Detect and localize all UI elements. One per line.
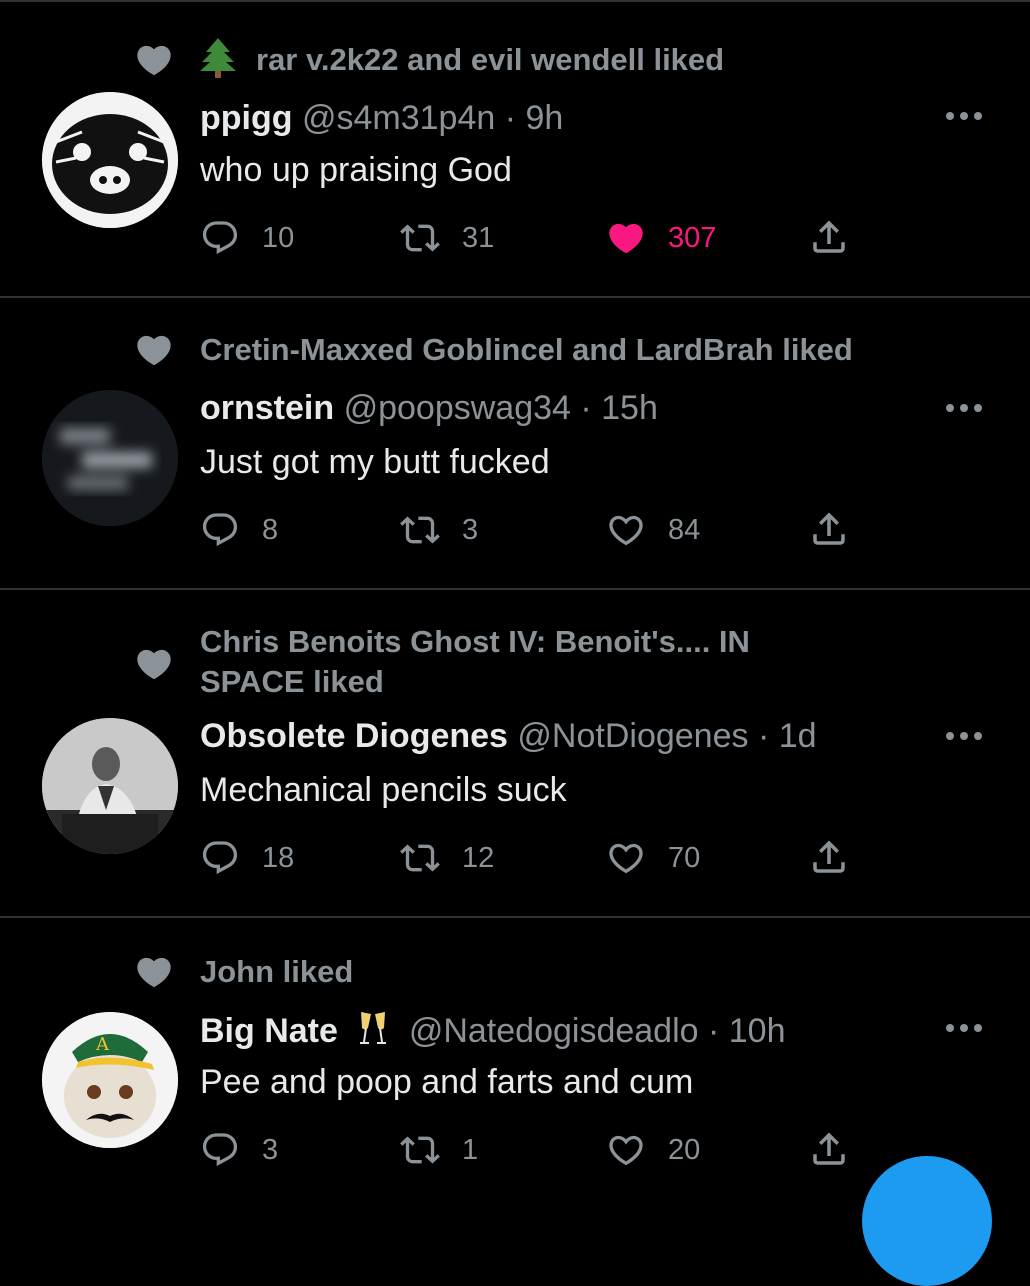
reply-count: 18 — [262, 841, 295, 874]
compose-tweet-button[interactable] — [862, 1156, 992, 1286]
dot-separator: · — [495, 99, 526, 137]
dot-separator: · — [748, 717, 779, 755]
retweet-count: 3 — [462, 513, 479, 546]
tweet-header: Big Nate @Natedogisdeadlo · 10h — [200, 1008, 786, 1053]
share-icon — [808, 508, 850, 550]
social-context[interactable]: Chris Benoits Ghost IV: Benoit's.... IN … — [200, 622, 750, 702]
tweet-text: Mechanical pencils suck — [200, 771, 567, 809]
man-at-podium-avatar-image — [42, 718, 178, 854]
timestamp[interactable]: 1d — [779, 717, 817, 755]
more-options-icon[interactable] — [944, 730, 984, 742]
pig-face-avatar-image — [42, 92, 178, 228]
more-options-icon[interactable] — [944, 110, 984, 122]
tweet-2[interactable]: Cretin-Maxxed Goblincel and LardBrah lik… — [0, 298, 1030, 590]
clinking-glasses-emoji — [360, 1012, 387, 1044]
heart-filled-icon — [606, 218, 646, 258]
blurred-avatar-image — [42, 390, 178, 526]
cat-in-cap-avatar-image: A — [42, 1012, 178, 1148]
more-options-icon[interactable] — [944, 1022, 984, 1034]
like-button[interactable]: 307 — [606, 218, 716, 258]
timestamp[interactable]: 15h — [601, 389, 658, 427]
retweet-count: 31 — [462, 221, 495, 254]
more-options-icon[interactable] — [944, 402, 984, 414]
avatar[interactable] — [42, 92, 178, 228]
display-name[interactable]: ppigg — [200, 99, 293, 137]
social-context[interactable]: John liked — [200, 952, 353, 992]
user-handle[interactable]: @NotDiogenes — [517, 717, 748, 755]
tweet-header: Obsolete Diogenes @NotDiogenes · 1d — [200, 714, 817, 758]
avatar[interactable]: A — [42, 1012, 178, 1148]
heart-icon — [134, 952, 174, 992]
like-count: 84 — [668, 513, 701, 546]
timestamp[interactable]: 9h — [526, 99, 564, 137]
retweet-icon — [400, 1130, 440, 1170]
like-button[interactable]: 70 — [606, 838, 700, 878]
user-handle[interactable]: @s4m31p4n — [302, 99, 495, 137]
avatar[interactable] — [42, 390, 178, 526]
reply-button[interactable]: 10 — [200, 218, 294, 258]
share-icon — [808, 836, 850, 878]
display-name[interactable]: ornstein — [200, 389, 334, 427]
heart-icon — [134, 330, 174, 370]
tweet-1[interactable]: rar v.2k22 and evil wendell liked ppigg … — [0, 0, 1030, 298]
like-count: 20 — [668, 1133, 701, 1166]
like-button[interactable]: 84 — [606, 510, 700, 550]
share-icon — [808, 1128, 850, 1170]
retweet-button[interactable]: 1 — [400, 1130, 478, 1170]
heart-icon — [134, 644, 174, 684]
tweet-header: ppigg @s4m31p4n · 9h — [200, 96, 563, 140]
like-count: 307 — [668, 221, 717, 254]
pine-tree-emoji — [200, 38, 236, 78]
like-count: 70 — [668, 841, 701, 874]
retweet-icon — [400, 838, 440, 878]
timestamp[interactable]: 10h — [729, 1012, 786, 1050]
tweet-text: Just got my butt fucked — [200, 443, 550, 481]
tweet-3[interactable]: Chris Benoits Ghost IV: Benoit's.... IN … — [0, 590, 1030, 918]
reply-count: 8 — [262, 513, 279, 546]
retweet-icon — [400, 510, 440, 550]
tweet-header: ornstein @poopswag34 · 15h — [200, 386, 658, 430]
reply-icon — [200, 218, 240, 258]
retweet-icon — [400, 218, 440, 258]
tweet-text: who up praising God — [200, 151, 512, 189]
share-button[interactable] — [808, 508, 850, 550]
dot-separator: · — [698, 1012, 729, 1050]
reply-button[interactable]: 3 — [200, 1130, 278, 1170]
reply-icon — [200, 1130, 240, 1170]
retweet-count: 12 — [462, 841, 495, 874]
share-icon — [808, 216, 850, 258]
reply-count: 10 — [262, 221, 295, 254]
retweet-button[interactable]: 12 — [400, 838, 494, 878]
tweet-text: Pee and poop and farts and cum — [200, 1063, 694, 1101]
share-button[interactable] — [808, 1128, 850, 1170]
social-context-line: SPACE liked — [200, 664, 384, 699]
share-button[interactable] — [808, 836, 850, 878]
retweet-button[interactable]: 3 — [400, 510, 478, 550]
heart-icon — [134, 40, 174, 80]
like-button[interactable]: 20 — [606, 1130, 700, 1170]
avatar[interactable] — [42, 718, 178, 854]
share-button[interactable] — [808, 216, 850, 258]
user-handle[interactable]: @Natedogisdeadlo — [409, 1012, 699, 1050]
user-handle[interactable]: @poopswag34 — [344, 389, 571, 427]
heart-icon — [606, 838, 646, 878]
display-name[interactable]: Big Nate — [200, 1012, 338, 1050]
social-context[interactable]: Cretin-Maxxed Goblincel and LardBrah lik… — [200, 330, 853, 370]
tweet-4[interactable]: John liked A Big Nate @Natedogisdeadlo ·… — [0, 918, 1030, 1200]
reply-button[interactable]: 8 — [200, 510, 278, 550]
heart-icon — [606, 510, 646, 550]
reply-count: 3 — [262, 1133, 279, 1166]
retweet-button[interactable]: 31 — [400, 218, 494, 258]
social-context[interactable]: rar v.2k22 and evil wendell liked — [256, 40, 724, 80]
social-context-line: Chris Benoits Ghost IV: Benoit's.... IN — [200, 624, 750, 659]
svg-text:A: A — [95, 1034, 110, 1055]
reply-icon — [200, 510, 240, 550]
display-name[interactable]: Obsolete Diogenes — [200, 717, 508, 755]
dot-separator: · — [570, 389, 602, 427]
heart-icon — [606, 1130, 646, 1170]
reply-button[interactable]: 18 — [200, 838, 294, 878]
retweet-count: 1 — [462, 1133, 479, 1166]
reply-icon — [200, 838, 240, 878]
